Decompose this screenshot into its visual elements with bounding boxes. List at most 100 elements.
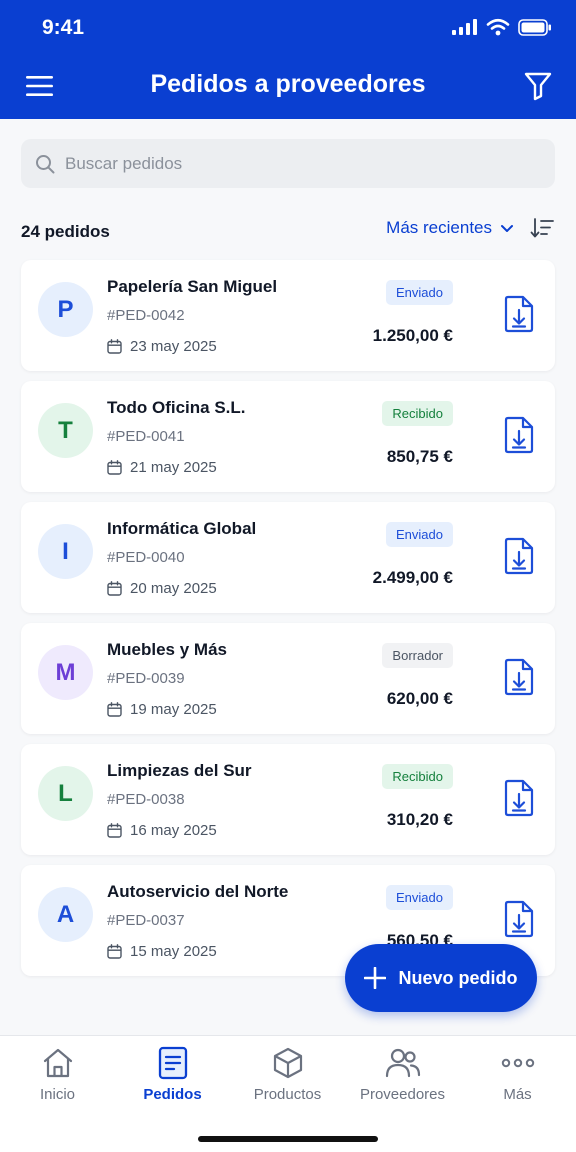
app-header: 9:41 Pedidos a proveedores xyxy=(0,0,576,119)
page-title: Pedidos a proveedores xyxy=(150,70,426,98)
calendar-icon xyxy=(107,581,122,596)
order-card[interactable]: I Informática Global #PED-0040 20 may 2025 E… xyxy=(21,502,555,613)
sort-dropdown[interactable]: Más recientes xyxy=(386,218,514,238)
tab-productos[interactable]: Productos xyxy=(230,1046,345,1118)
signal-icon xyxy=(452,19,477,35)
order-amount: 2.499,00 € xyxy=(372,568,453,587)
supplier-avatar: I xyxy=(38,524,93,579)
supplier-avatar: P xyxy=(38,282,93,337)
tab-proveedores[interactable]: Proveedores xyxy=(345,1046,460,1118)
avatar-initial: A xyxy=(56,900,75,928)
download-document-icon xyxy=(504,900,534,938)
tab-label: Inicio xyxy=(39,1086,76,1103)
order-code: #PED-0039 xyxy=(107,670,185,687)
avatar-initial: I xyxy=(62,537,69,565)
home-icon xyxy=(43,1048,72,1078)
download-pdf-button[interactable] xyxy=(503,900,535,938)
bottom-tab-bar: Inicio Pedidos Productos Proveedores Más xyxy=(0,1035,576,1152)
download-pdf-button[interactable] xyxy=(503,537,535,575)
status-badge: Enviado xyxy=(386,280,453,305)
search-bar[interactable] xyxy=(21,139,555,188)
more-icon xyxy=(501,1058,534,1068)
download-pdf-button[interactable] xyxy=(503,416,535,454)
order-amount: 310,20 € xyxy=(386,810,453,829)
tab-label: Proveedores xyxy=(359,1086,446,1103)
tab-label: Productos xyxy=(253,1086,322,1103)
filter-button[interactable] xyxy=(524,71,552,101)
calendar-icon xyxy=(107,944,122,959)
tab-label: Pedidos xyxy=(143,1086,202,1103)
tab-label: Más xyxy=(503,1086,532,1103)
avatar-initial: P xyxy=(57,295,74,323)
order-date-text: 16 may 2025 xyxy=(130,822,217,839)
download-document-icon xyxy=(504,537,534,575)
order-date: 21 may 2025 xyxy=(107,459,217,476)
order-date-text: 20 may 2025 xyxy=(130,580,217,597)
plus-icon xyxy=(364,967,387,989)
order-date-text: 23 may 2025 xyxy=(130,338,217,355)
supplier-name: Limpiezas del Sur xyxy=(107,761,252,780)
order-date: 15 may 2025 xyxy=(107,943,217,960)
download-document-icon xyxy=(504,779,534,817)
home-indicator xyxy=(198,1136,378,1142)
status-time: 9:41 xyxy=(42,16,85,39)
tab-inicio[interactable]: Inicio xyxy=(0,1046,115,1118)
order-code: #PED-0038 xyxy=(107,791,185,808)
download-document-icon xyxy=(504,658,534,696)
order-date-text: 19 may 2025 xyxy=(130,701,217,718)
calendar-icon xyxy=(107,823,122,838)
download-pdf-button[interactable] xyxy=(503,658,535,696)
order-date-text: 15 may 2025 xyxy=(130,943,217,960)
supplier-avatar: T xyxy=(38,403,93,458)
avatar-initial: L xyxy=(58,779,73,807)
order-card[interactable]: P Papelería San Miguel #PED-0042 23 may 202… xyxy=(21,260,555,371)
order-code: #PED-0042 xyxy=(107,307,185,324)
order-code: #PED-0037 xyxy=(107,912,185,929)
order-card[interactable]: M Muebles y Más #PED-0039 19 may 2025 Borrad… xyxy=(21,623,555,734)
sort-order-button[interactable] xyxy=(530,217,554,239)
status-badge: Recibido xyxy=(382,764,453,789)
download-document-icon xyxy=(504,416,534,454)
download-pdf-button[interactable] xyxy=(503,779,535,817)
order-card[interactable]: T Todo Oficina S.L. #PED-0041 21 may 2025 Re… xyxy=(21,381,555,492)
tab-mas[interactable]: Más xyxy=(460,1046,575,1118)
status-badge: Enviado xyxy=(386,885,453,910)
document-icon xyxy=(158,1046,187,1080)
new-order-button[interactable]: Nuevo pedido xyxy=(345,944,537,1012)
wifi-icon xyxy=(486,18,510,36)
battery-icon xyxy=(518,18,551,36)
order-date: 20 may 2025 xyxy=(107,580,217,597)
sort-order-icon xyxy=(530,218,554,238)
sort-label: Más recientes xyxy=(386,218,492,237)
calendar-icon xyxy=(107,339,122,354)
box-icon xyxy=(273,1047,302,1079)
main-content: 24 pedidos Más recientes P Papelería San … xyxy=(0,119,576,1035)
order-code: #PED-0041 xyxy=(107,428,185,445)
supplier-avatar: L xyxy=(38,766,93,821)
supplier-name: Informática Global xyxy=(107,519,257,538)
download-pdf-button[interactable] xyxy=(503,295,535,333)
supplier-name: Autoservicio del Norte xyxy=(107,882,289,901)
users-icon xyxy=(385,1048,420,1078)
supplier-name: Papelería San Miguel xyxy=(107,277,278,296)
calendar-icon xyxy=(107,702,122,717)
search-input[interactable] xyxy=(65,153,525,174)
supplier-avatar: M xyxy=(38,645,93,700)
supplier-avatar: A xyxy=(38,887,93,942)
status-badge: Recibido xyxy=(382,401,453,426)
search-icon xyxy=(36,154,55,173)
order-card[interactable]: L Limpiezas del Sur #PED-0038 16 may 2025 Re… xyxy=(21,744,555,855)
order-amount: 1.250,00 € xyxy=(372,326,453,345)
order-count: 24 pedidos xyxy=(21,222,110,241)
new-order-label: Nuevo pedido xyxy=(398,967,518,988)
tab-pedidos[interactable]: Pedidos xyxy=(115,1046,230,1118)
filter-icon xyxy=(524,72,552,101)
status-badge: Enviado xyxy=(386,522,453,547)
order-date-text: 21 may 2025 xyxy=(130,459,217,476)
download-document-icon xyxy=(504,295,534,333)
order-code: #PED-0040 xyxy=(107,549,185,566)
order-date: 19 may 2025 xyxy=(107,701,217,718)
status-icons xyxy=(452,18,552,36)
calendar-icon xyxy=(107,460,122,475)
avatar-initial: T xyxy=(58,416,73,444)
